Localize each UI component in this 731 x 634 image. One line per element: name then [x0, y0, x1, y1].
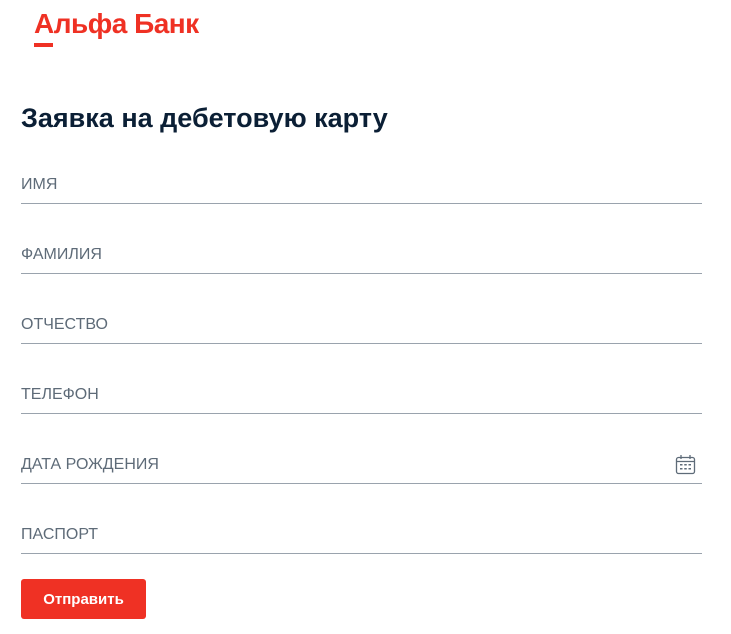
birth-date-input[interactable] — [21, 438, 702, 484]
passport-input[interactable] — [21, 508, 702, 554]
last-name-field — [21, 228, 702, 298]
patronymic-field — [21, 298, 702, 368]
first-name-input[interactable] — [21, 158, 702, 204]
submit-button[interactable]: Отправить — [21, 579, 146, 619]
passport-field — [21, 508, 702, 578]
phone-field — [21, 368, 702, 438]
patronymic-input[interactable] — [21, 298, 702, 344]
logo-text: Альфа Банк — [34, 8, 199, 39]
last-name-input[interactable] — [21, 228, 702, 274]
phone-input[interactable] — [21, 368, 702, 414]
alfa-bank-logo[interactable]: Альфа Банк — [34, 8, 214, 48]
page-title: Заявка на дебетовую карту — [21, 103, 388, 133]
first-name-field — [21, 158, 702, 228]
calendar-icon[interactable] — [675, 454, 696, 475]
birth-date-field — [21, 438, 702, 508]
debit-card-application-form — [21, 158, 702, 578]
logo-underline-mark — [34, 43, 53, 47]
